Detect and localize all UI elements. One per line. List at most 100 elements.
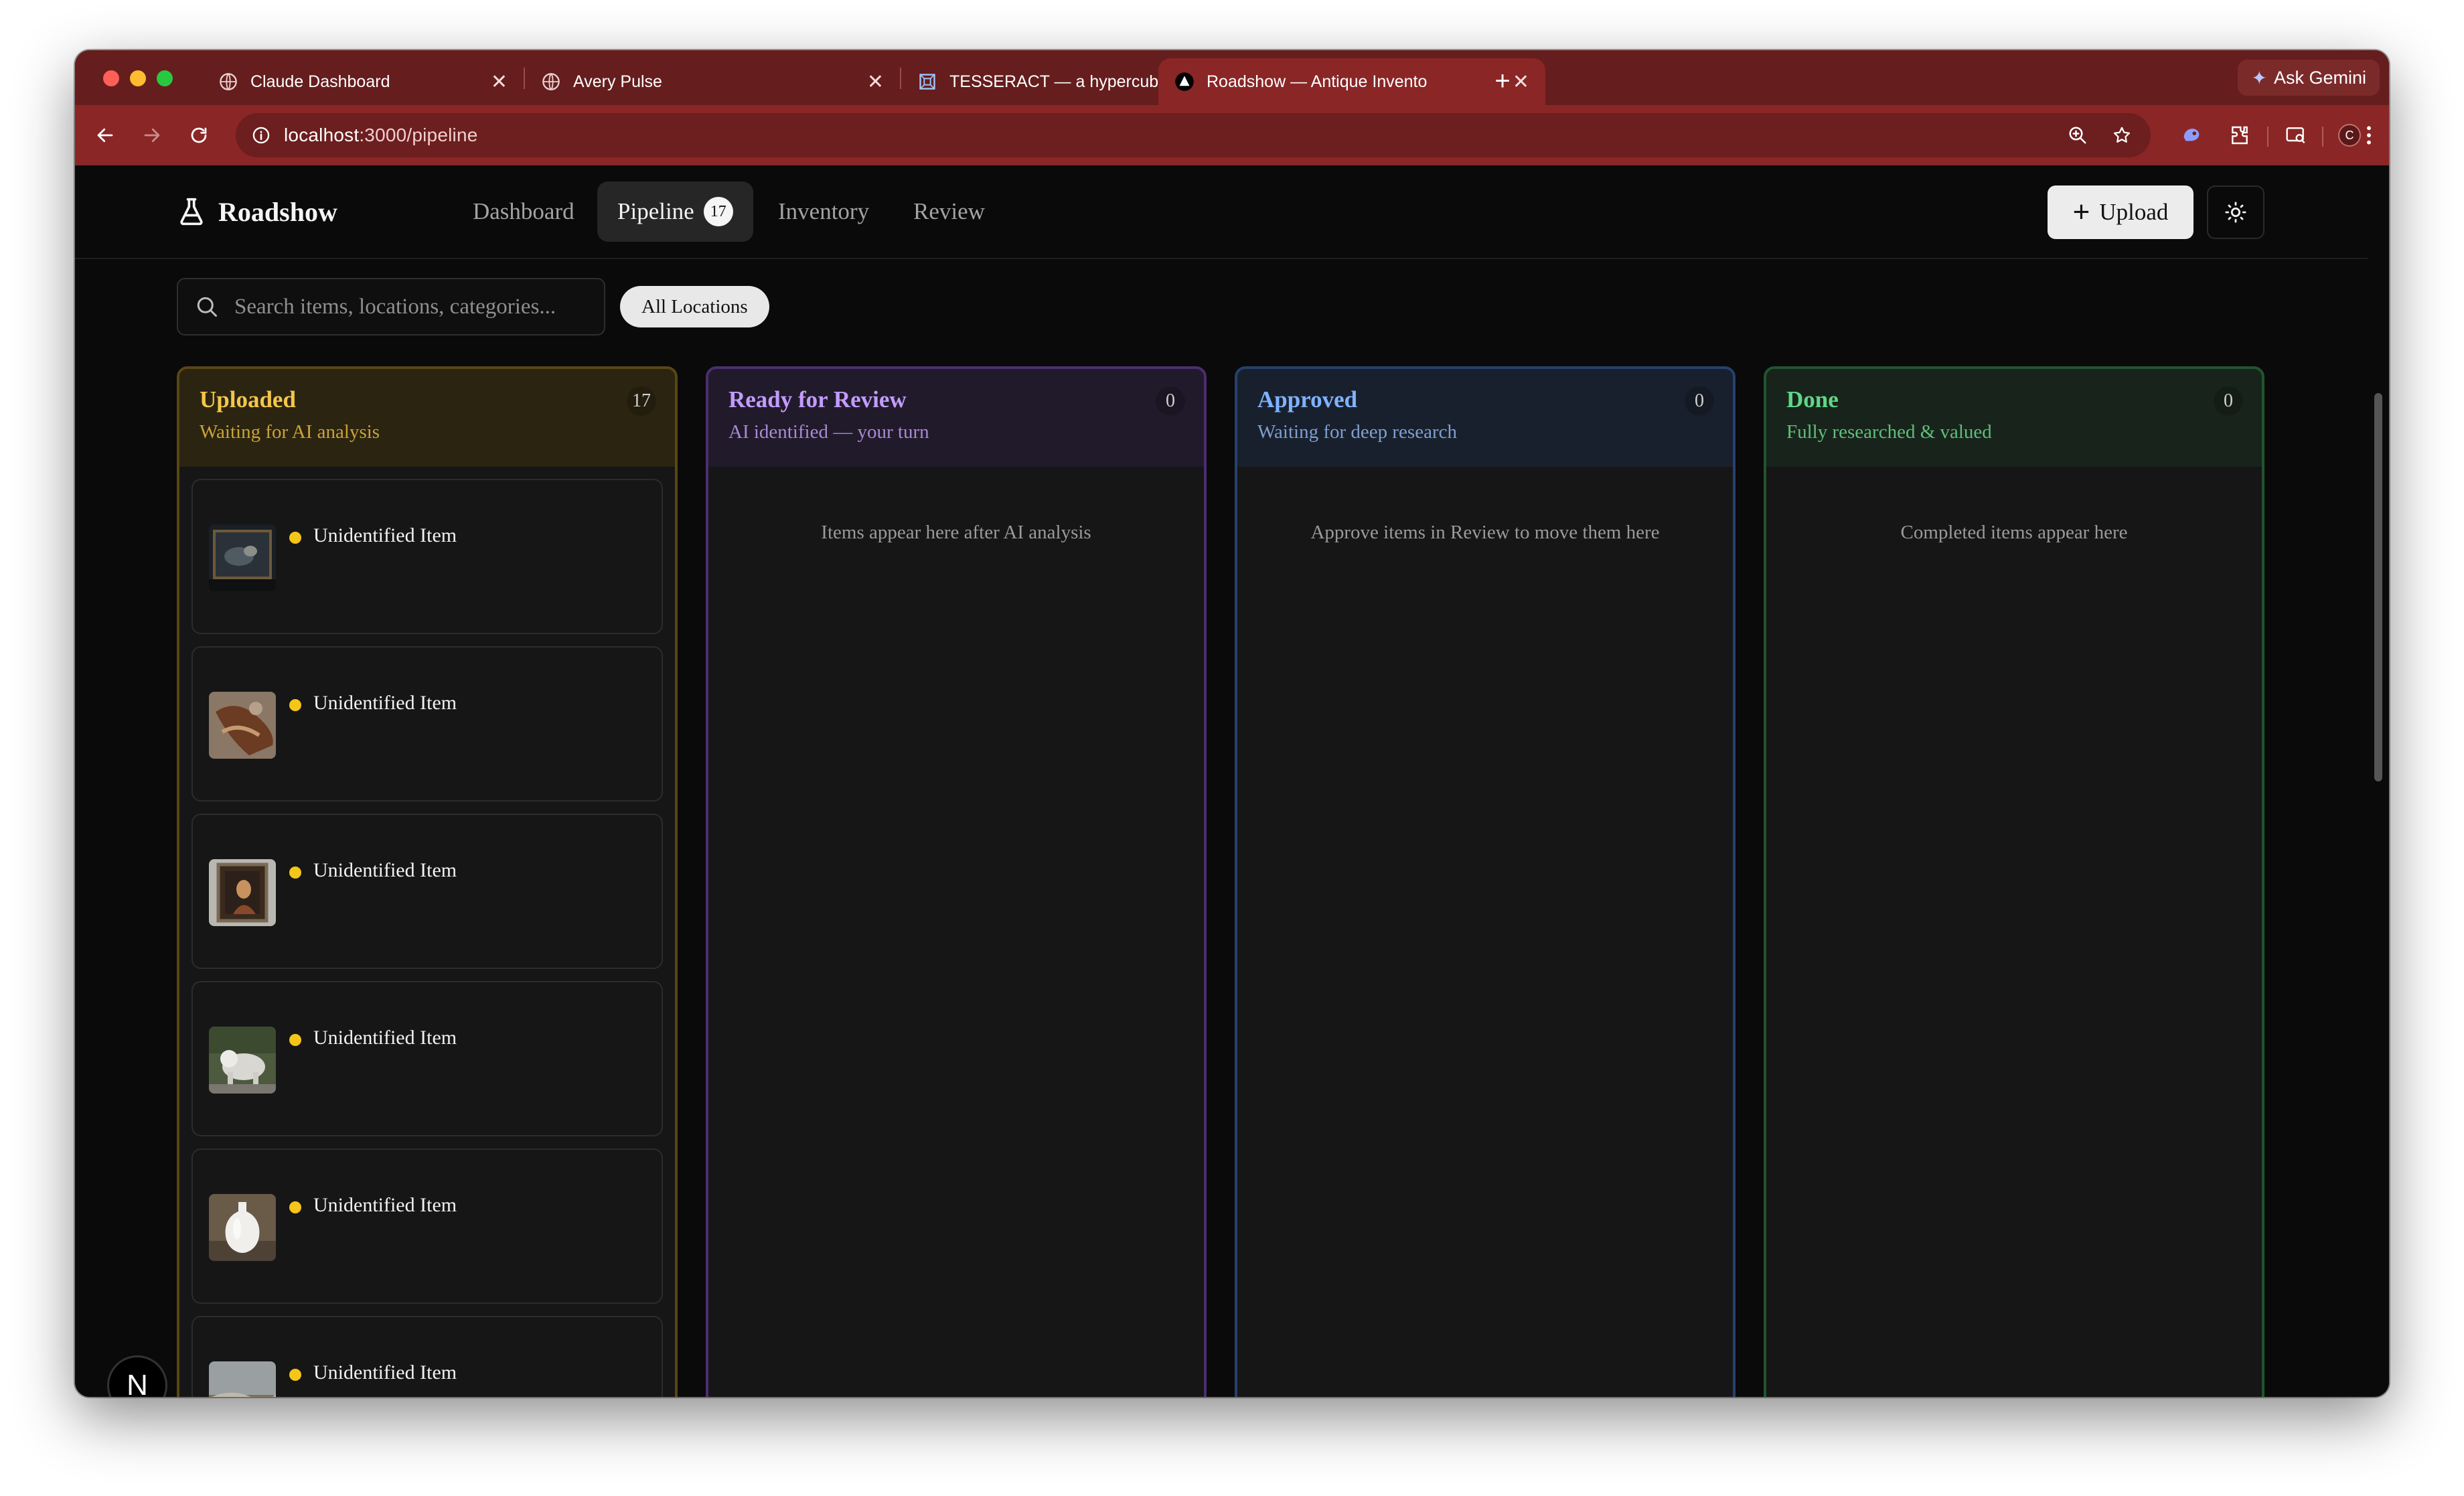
item-title: Unidentified Item xyxy=(313,1027,457,1049)
tab-search-icon[interactable] xyxy=(2279,119,2313,152)
empty-state-text: Approve items in Review to move them her… xyxy=(1310,522,1660,543)
empty-state-text: Items appear here after AI analysis xyxy=(821,522,1091,543)
status-dot xyxy=(289,1201,301,1213)
pipeline-count-badge: 17 xyxy=(703,197,733,226)
item-card[interactable]: Unidentified Item xyxy=(191,479,663,634)
column-subtitle: Waiting for AI analysis xyxy=(200,421,380,443)
nav-inventory[interactable]: Inventory xyxy=(758,181,889,242)
status-dot xyxy=(289,1034,301,1046)
column-done: Done Fully researched & valued 0 Complet… xyxy=(1764,366,2264,1397)
bookmark-star-icon[interactable] xyxy=(2105,119,2139,152)
column-header: Uploaded Waiting for AI analysis 17 xyxy=(179,369,675,467)
status-dot xyxy=(289,532,301,544)
theme-toggle-button[interactable] xyxy=(2207,185,2264,239)
close-window-button[interactable] xyxy=(103,70,119,86)
browser-tab[interactable]: Claude Dashboard ✕ xyxy=(202,58,524,105)
location-filter[interactable]: All Locations xyxy=(620,286,769,327)
url-host: localhost xyxy=(284,125,360,145)
column-subtitle: Waiting for deep research xyxy=(1257,421,1457,443)
item-card[interactable]: Unidentified Item xyxy=(191,1148,663,1304)
item-card[interactable]: Unidentified Item xyxy=(191,814,663,969)
tab-title: Roadshow — Antique Invento xyxy=(1207,72,1428,91)
item-thumbnail xyxy=(209,692,276,759)
status-dot xyxy=(289,867,301,879)
scrollbar-thumb[interactable] xyxy=(2374,393,2382,781)
plus-icon: + xyxy=(2072,196,2090,228)
item-thumbnail xyxy=(209,859,276,926)
new-tab-button[interactable]: + xyxy=(1484,62,1521,100)
back-button[interactable] xyxy=(88,119,122,152)
column-title: Uploaded xyxy=(200,386,296,413)
item-thumbnail xyxy=(209,1361,276,1397)
column-title: Ready for Review xyxy=(728,386,907,413)
column-approved: Approved Waiting for deep research 0 App… xyxy=(1235,366,1736,1397)
toolbar-divider xyxy=(2267,127,2268,147)
column-title: Done xyxy=(1786,386,1839,413)
reload-icon xyxy=(191,127,207,143)
arrow-left-icon xyxy=(97,128,113,143)
browser-tab[interactable]: Avery Pulse ✕ xyxy=(525,58,900,105)
zoom-window-button[interactable] xyxy=(157,70,173,86)
column-count: 0 xyxy=(1156,386,1185,416)
item-card[interactable]: Unidentified Item xyxy=(191,981,663,1136)
upload-button[interactable]: + Upload xyxy=(2048,185,2193,239)
hypercube-icon xyxy=(917,72,937,92)
forward-button[interactable] xyxy=(135,119,169,152)
status-dot xyxy=(289,1369,301,1381)
tab-title: TESSERACT — a hypercube y xyxy=(949,72,1176,91)
status-dot xyxy=(289,699,301,711)
search-icon xyxy=(193,293,221,321)
roadshow-favicon-icon xyxy=(1174,72,1195,92)
column-subtitle: AI identified — your turn xyxy=(728,421,929,443)
ask-gemini-label: Ask Gemini xyxy=(2273,67,2366,88)
kebab-menu-icon[interactable] xyxy=(2356,119,2382,152)
item-title: Unidentified Item xyxy=(313,1361,457,1383)
column-count: 0 xyxy=(2214,386,2243,416)
column-ready-for-review: Ready for Review AI identified — your tu… xyxy=(706,366,1207,1397)
app-navbar: Roadshow Dashboard Pipeline 17 Inventory… xyxy=(75,165,2368,259)
scrollbar[interactable] xyxy=(2368,165,2389,1397)
nav-label: Inventory xyxy=(778,198,870,224)
page-content: Roadshow Dashboard Pipeline 17 Inventory… xyxy=(75,165,2368,1397)
tab-title: Avery Pulse xyxy=(573,72,662,91)
nav-dashboard[interactable]: Dashboard xyxy=(453,181,595,242)
nextjs-dev-badge[interactable]: N xyxy=(107,1355,167,1397)
browser-window: Claude Dashboard ✕ Avery Pulse ✕ TESSERA… xyxy=(75,50,2389,1397)
brand[interactable]: Roadshow xyxy=(177,194,337,230)
nav-pipeline[interactable]: Pipeline 17 xyxy=(597,181,753,242)
url-path: :3000/pipeline xyxy=(359,125,478,145)
nav-label: Pipeline xyxy=(617,198,694,224)
search-input[interactable]: Search items, locations, categories... xyxy=(177,278,605,335)
close-tab-icon[interactable]: ✕ xyxy=(491,70,508,94)
close-tab-icon[interactable]: ✕ xyxy=(867,70,884,94)
reload-button[interactable] xyxy=(182,119,216,152)
item-title: Unidentified Item xyxy=(313,524,457,546)
search-placeholder: Search items, locations, categories... xyxy=(234,294,556,319)
nav-review[interactable]: Review xyxy=(893,181,1005,242)
address-bar[interactable]: localhost:3000/pipeline xyxy=(236,113,2151,157)
column-header: Approved Waiting for deep research 0 xyxy=(1237,369,1733,467)
flask-logo-icon xyxy=(180,198,203,226)
item-thumbnail xyxy=(209,1194,276,1261)
column-subtitle: Fully researched & valued xyxy=(1786,421,1992,443)
ask-gemini-button[interactable]: ✦ Ask Gemini xyxy=(2238,60,2380,96)
minimize-window-button[interactable] xyxy=(130,70,146,86)
globe-icon xyxy=(218,72,238,92)
tab-title: Claude Dashboard xyxy=(250,72,390,91)
item-thumbnail xyxy=(209,1027,276,1094)
column-uploaded: Uploaded Waiting for AI analysis 17 Unid… xyxy=(177,366,678,1397)
site-info-icon[interactable] xyxy=(248,122,275,149)
globe-icon xyxy=(541,72,561,92)
tab-strip: Claude Dashboard ✕ Avery Pulse ✕ TESSERA… xyxy=(75,50,2389,105)
column-header: Ready for Review AI identified — your tu… xyxy=(708,369,1204,467)
extension-icon[interactable] xyxy=(2175,119,2208,152)
puzzle-extensions-icon[interactable] xyxy=(2223,119,2256,152)
zoom-icon[interactable] xyxy=(2061,119,2094,152)
empty-state-text: Completed items appear here xyxy=(1900,522,2128,543)
upload-label: Upload xyxy=(2099,199,2169,225)
item-title: Unidentified Item xyxy=(313,692,457,714)
item-card[interactable]: Unidentified Item xyxy=(191,1316,663,1397)
item-card[interactable]: Unidentified Item xyxy=(191,646,663,802)
item-title: Unidentified Item xyxy=(313,1194,457,1216)
column-title: Approved xyxy=(1257,386,1358,413)
